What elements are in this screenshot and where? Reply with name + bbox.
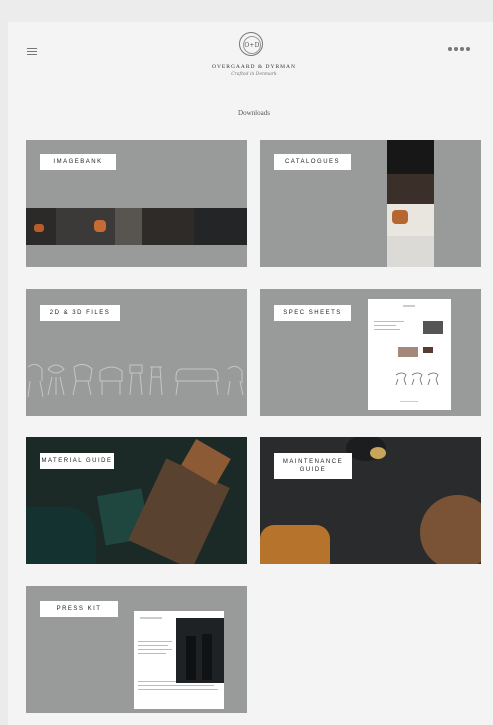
material-guide-label: MATERIAL GUIDE <box>40 453 114 469</box>
sheet-text-line <box>374 321 404 322</box>
velvet-chair <box>26 507 96 564</box>
press-doc-line <box>138 641 172 642</box>
chair-accent <box>34 224 44 232</box>
leather-chair <box>260 525 330 564</box>
catalogue-page <box>387 204 434 236</box>
wood-table <box>420 495 481 564</box>
maintenance-guide-label: MAINTENANCE GUIDE <box>274 453 352 479</box>
press-doc-line <box>140 617 162 619</box>
press-kit-tile[interactable]: PRESS KIT <box>26 586 247 713</box>
maintenance-guide-tile[interactable]: MAINTENANCE GUIDE <box>260 437 481 564</box>
imagebank-photo <box>194 208 247 245</box>
sheet-logo <box>403 305 415 307</box>
top-strip <box>0 0 493 22</box>
sheet-swatches <box>398 347 418 357</box>
pinterest-icon[interactable] <box>454 47 458 51</box>
chair-accent <box>94 220 106 232</box>
logo-monogram: O+D <box>244 41 260 49</box>
sheet-chair-drawings <box>395 372 439 385</box>
press-doc-line <box>138 689 218 690</box>
spec-sheets-tile[interactable]: SPEC SHEETS <box>260 289 481 416</box>
imagebank-tile[interactable]: IMAGEBANK <box>26 140 247 267</box>
catalogue-page <box>387 236 434 267</box>
sheet-text-line <box>374 325 396 326</box>
press-doc-line <box>138 653 166 654</box>
press-kit-label: PRESS KIT <box>40 601 118 617</box>
catalogue-preview-column <box>387 140 434 267</box>
2d-3d-files-tile[interactable]: 2D & 3D FILES <box>26 289 247 416</box>
person-figure <box>202 634 212 680</box>
imagebank-photo <box>115 208 142 245</box>
vimeo-icon[interactable] <box>466 47 470 51</box>
2d-3d-files-label: 2D & 3D FILES <box>40 305 120 321</box>
imagebank-photo <box>56 208 115 245</box>
catalogues-label: CATALOGUES <box>274 154 351 170</box>
instagram-icon[interactable] <box>448 47 452 51</box>
imagebank-label: IMAGEBANK <box>40 154 116 170</box>
facebook-icon[interactable] <box>460 47 464 51</box>
sheet-footer <box>400 401 418 402</box>
material-guide-tile[interactable]: MATERIAL GUIDE <box>26 437 247 564</box>
press-doc-line <box>138 645 168 646</box>
sheet-text-line <box>374 329 400 330</box>
press-doc-line <box>138 685 214 686</box>
page: O+D OVERGAARD & DYRMAN Crafted in Denmar… <box>8 22 493 725</box>
chair-line-drawings <box>27 363 244 398</box>
cup <box>370 447 386 459</box>
browser-frame: O+D OVERGAARD & DYRMAN Crafted in Denmar… <box>0 0 493 725</box>
chair-accent <box>392 210 408 224</box>
imagebank-photo <box>142 208 194 245</box>
spec-sheet-preview <box>368 299 451 410</box>
spec-sheets-label: SPEC SHEETS <box>274 305 351 321</box>
logo-inner-ring: O+D <box>243 36 261 54</box>
person-figure <box>186 636 196 680</box>
catalogue-page <box>387 174 434 204</box>
brand-tagline: Crafted in Denmark <box>231 72 277 77</box>
menu-icon[interactable] <box>27 48 37 56</box>
logo[interactable]: O+D <box>239 32 263 56</box>
catalogues-tile[interactable]: CATALOGUES <box>260 140 481 267</box>
catalogue-page <box>387 140 434 174</box>
page-title: Downloads <box>238 109 270 117</box>
press-doc-line <box>138 649 172 650</box>
brand-name: OVERGAARD & DYRMAN <box>211 64 296 70</box>
sheet-swatch <box>423 347 433 353</box>
sheet-photo <box>423 321 443 334</box>
imagebank-photo-strip <box>26 208 247 245</box>
social-links <box>448 47 470 51</box>
press-photo <box>176 618 224 683</box>
